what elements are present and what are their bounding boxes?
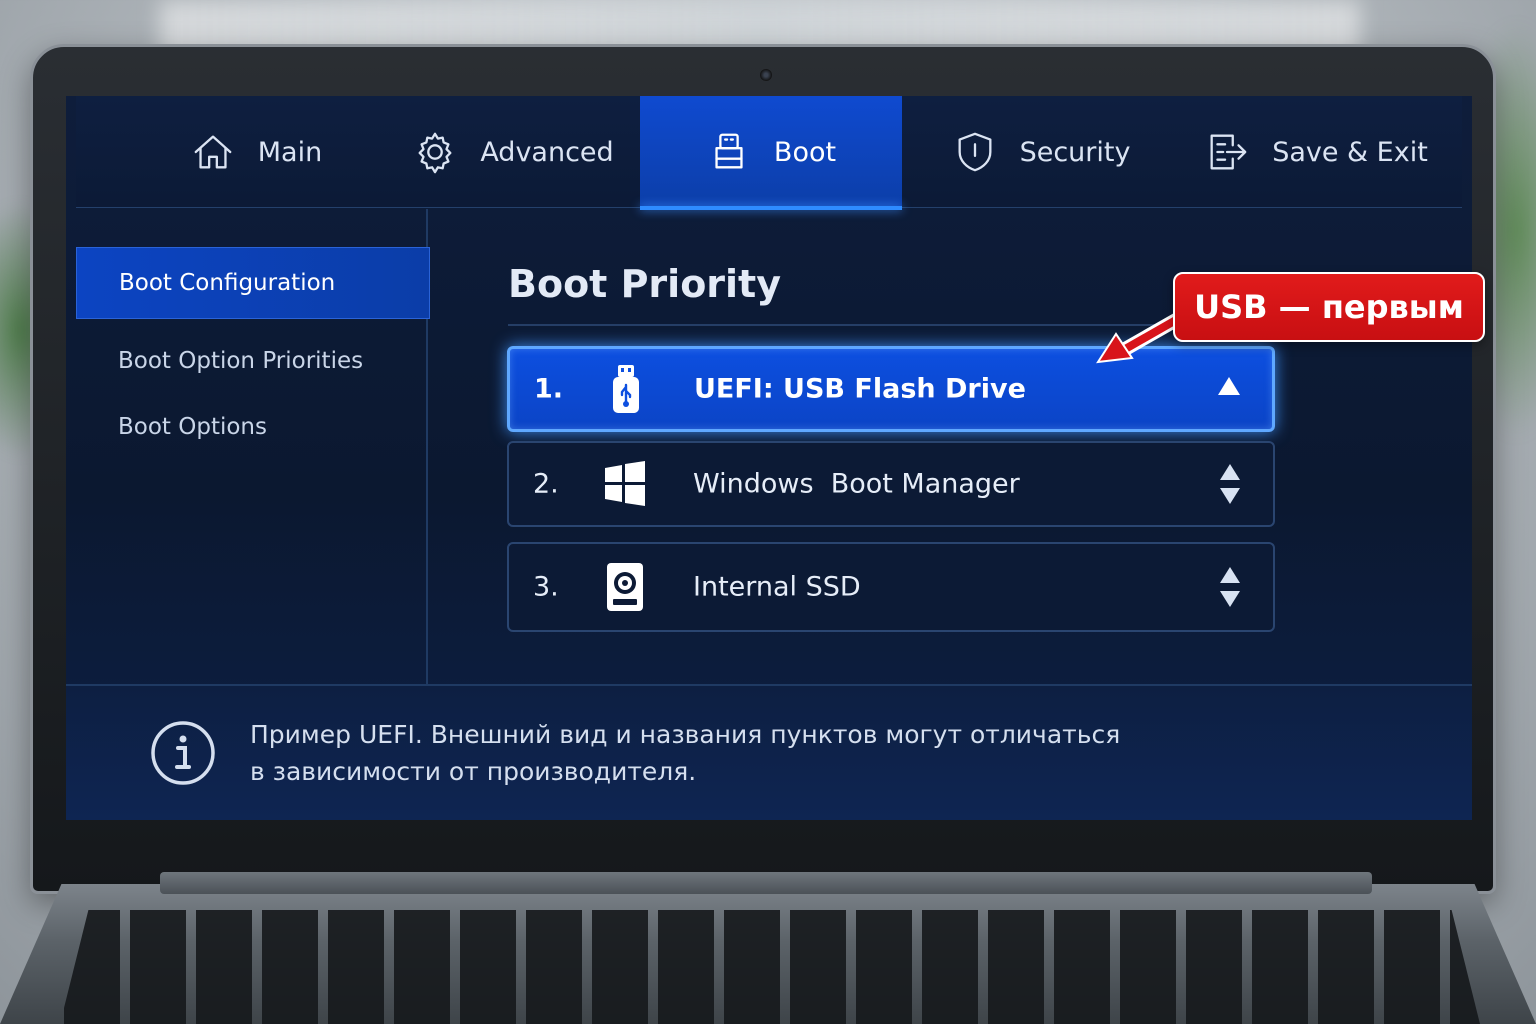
boot-item-label: UEFI: USB Flash Drive bbox=[694, 373, 1026, 405]
tab-boot-label: Boot bbox=[773, 136, 837, 168]
info-text-line-1: Пример UEFI. Внешний вид и названия пунк… bbox=[250, 720, 1121, 749]
tab-bar: Main Advanced Boot Security Save & Exit bbox=[76, 96, 1462, 210]
boot-item-label: Internal SSD bbox=[693, 571, 861, 603]
tab-advanced-label: Advanced bbox=[480, 136, 614, 168]
home-icon bbox=[194, 135, 232, 169]
drive-icon bbox=[607, 563, 643, 611]
boot-item-label: Windows Boot Manager bbox=[693, 468, 1020, 500]
tab-save-exit-label: Save & Exit bbox=[1272, 136, 1428, 168]
sidebar-item-boot-configuration[interactable]: Boot Configuration bbox=[76, 247, 430, 319]
sidebar-item-boot-options[interactable]: Boot Options bbox=[76, 391, 430, 463]
shield-icon bbox=[958, 132, 992, 172]
boot-item-windows[interactable]: 2. Windows Boot Manager bbox=[507, 441, 1275, 527]
move-up-arrow-icon[interactable] bbox=[1216, 365, 1242, 413]
sidebar: Boot Configuration Boot Option Prioritie… bbox=[76, 209, 430, 685]
sidebar-item-label: Boot Option Priorities bbox=[118, 348, 364, 374]
tab-save-exit[interactable]: Save & Exit bbox=[1186, 96, 1446, 208]
up-down-arrows-icon[interactable] bbox=[1217, 563, 1243, 611]
boot-item-ssd[interactable]: 3. Internal SSD bbox=[507, 542, 1275, 632]
usb-flash-icon bbox=[613, 365, 639, 413]
tab-security-label: Security bbox=[1019, 136, 1131, 168]
tab-advanced[interactable]: Advanced bbox=[376, 96, 650, 208]
info-text-line-2: в зависимости от производителя. bbox=[250, 757, 697, 786]
boot-item-number: 1. bbox=[534, 373, 564, 405]
callout-label: USB — первым bbox=[1173, 272, 1485, 342]
up-down-arrows-icon[interactable] bbox=[1217, 460, 1243, 508]
sidebar-item-label: Boot Options bbox=[118, 414, 267, 440]
info-footer: Пример UEFI. Внешний вид и названия пунк… bbox=[66, 684, 1472, 820]
webcam bbox=[760, 69, 772, 81]
sidebar-item-label: Boot Configuration bbox=[119, 270, 336, 296]
sidebar-item-boot-option-priorities[interactable]: Boot Option Priorities bbox=[76, 325, 430, 397]
boot-item-number: 3. bbox=[533, 571, 559, 603]
usb-drive-icon bbox=[715, 133, 743, 169]
windows-logo-icon bbox=[605, 461, 645, 506]
tab-security[interactable]: Security bbox=[916, 96, 1166, 208]
keyboard bbox=[60, 910, 1480, 1024]
gear-icon bbox=[418, 132, 452, 174]
tab-boot[interactable]: Boot bbox=[640, 96, 902, 210]
uefi-screen: Main Advanced Boot Security Save & Exit … bbox=[66, 96, 1472, 820]
page-title: Boot Priority bbox=[508, 262, 781, 306]
tab-main-label: Main bbox=[257, 136, 323, 168]
info-icon bbox=[151, 721, 215, 785]
laptop-hinge bbox=[160, 872, 1372, 894]
boot-item-number: 2. bbox=[533, 468, 559, 500]
tab-main[interactable]: Main bbox=[136, 96, 376, 208]
exit-icon bbox=[1210, 134, 1247, 170]
info-text: Пример UEFI. Внешний вид и названия пунк… bbox=[250, 716, 1250, 790]
